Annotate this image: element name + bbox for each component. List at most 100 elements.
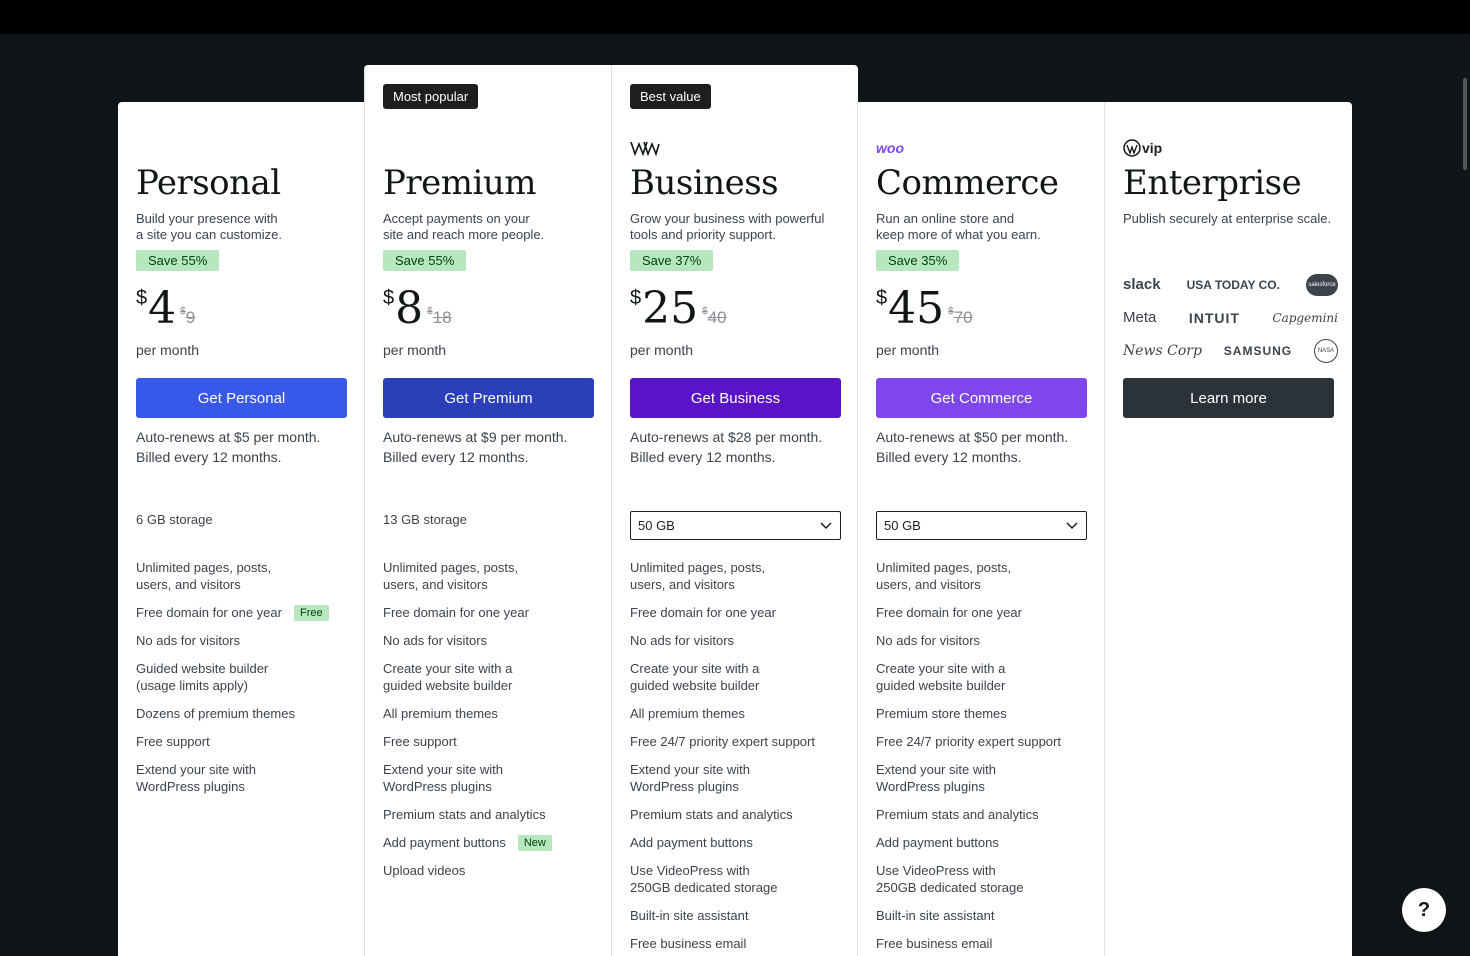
billing-period: per month <box>876 342 940 358</box>
plan-title: Personal <box>136 163 281 203</box>
feature-item: Extend your site with WordPress plugins <box>383 762 503 794</box>
free-tag: Free <box>293 604 329 621</box>
samsung-logo: SAMSUNG <box>1223 343 1293 358</box>
feature-item: No ads for visitors <box>136 633 241 648</box>
renew-info: Auto-renews at $28 per month. Billed ever… <box>630 429 823 465</box>
feature-item: Premium store themes <box>876 706 1007 721</box>
chevron-down-icon <box>820 521 832 529</box>
feature-item: Use VideoPress with 250GB dedicated stora… <box>876 863 1024 895</box>
slack-logo: slack <box>1123 276 1161 293</box>
original-price: $40 <box>702 306 727 327</box>
billing-period: per month <box>136 342 200 358</box>
renew-info: Auto-renews at $5 per month. Billed every… <box>136 429 321 465</box>
most-popular-badge: Most popular <box>383 84 479 109</box>
plan-card-premium: Most popular Premium Accept payments on … <box>364 65 611 956</box>
save-badge: Save 35% <box>876 250 960 271</box>
feature-item: Extend your site with WordPress plugins <box>876 762 996 794</box>
feature-item: Free domain for one year <box>630 605 776 620</box>
feature-item: Free domain for one year <box>876 605 1022 620</box>
get-commerce-button[interactable]: Get Commerce <box>876 378 1087 418</box>
feature-item: Guided website builder (usage limits appl… <box>136 661 269 693</box>
renew-info: Auto-renews at $50 per month. Billed ever… <box>876 429 1069 465</box>
plan-title: Enterprise <box>1123 163 1302 203</box>
storage-dropdown[interactable]: 50 GB <box>630 511 841 540</box>
plan-description: Accept payments on your site and reach mo… <box>383 211 545 242</box>
nasa-logo: NASA <box>1313 338 1338 363</box>
feature-item: Unlimited pages, posts, users, and visito… <box>136 560 272 592</box>
plan-price: $25 $40 <box>630 283 727 334</box>
plan-card-business: Best value Business Grow your business w… <box>611 65 858 956</box>
feature-item: Built-in site assistant <box>630 908 749 923</box>
feature-item: Dozens of premium themes <box>136 706 295 721</box>
get-personal-button[interactable]: Get Personal <box>136 378 347 418</box>
plan-title: Business <box>630 163 779 203</box>
woo-logo: woo <box>876 140 904 156</box>
meta-logo: Meta <box>1123 309 1157 326</box>
feature-item: Free 24/7 priority expert support <box>630 734 815 749</box>
feature-item: Built-in site assistant <box>876 908 995 923</box>
feature-item: All premium themes <box>383 706 498 721</box>
chevron-down-icon <box>1066 521 1078 529</box>
plan-price: $45 $70 <box>876 283 973 334</box>
scrollbar[interactable] <box>1463 78 1467 170</box>
feature-item: Free support <box>383 734 457 749</box>
news-corp-logo: News Corp <box>1123 342 1202 359</box>
learn-more-button[interactable]: Learn more <box>1123 378 1334 418</box>
get-business-button[interactable]: Get Business <box>630 378 841 418</box>
feature-item: Unlimited pages, posts, users, and visito… <box>630 560 766 592</box>
save-badge: Save 55% <box>383 250 467 271</box>
feature-item: Extend your site with WordPress plugins <box>630 762 750 794</box>
original-price: $9 <box>180 306 196 327</box>
feature-item: Extend your site with WordPress plugins <box>136 762 256 794</box>
feature-item: No ads for visitors <box>383 633 488 648</box>
feature-item: Unlimited pages, posts, users, and visito… <box>876 560 1012 592</box>
feature-item: Upload videos <box>383 863 466 878</box>
plan-title: Commerce <box>876 163 1059 203</box>
salesforce-logo: salesforce <box>1306 273 1338 296</box>
wordpress-icon <box>1123 139 1141 157</box>
feature-item: Create your site with a guided website bu… <box>876 661 1006 693</box>
get-premium-button[interactable]: Get Premium <box>383 378 594 418</box>
original-price: $18 <box>427 306 452 327</box>
feature-item: Add payment buttons New <box>383 834 603 851</box>
feature-item: Premium stats and analytics <box>876 807 1039 822</box>
feature-item: Premium stats and analytics <box>383 807 546 822</box>
feature-item: Free domain for one year Free <box>136 604 356 621</box>
feature-list: Unlimited pages, posts, users, and visito… <box>383 559 603 890</box>
feature-list: Unlimited pages, posts, users, and visito… <box>630 559 850 956</box>
plan-description: Publish securely at enterprise scale. <box>1123 211 1332 226</box>
wpvip-logo: vip <box>1123 138 1162 158</box>
feature-item: Unlimited pages, posts, users, and visito… <box>383 560 519 592</box>
plan-price: $8 $18 <box>383 283 452 334</box>
plan-card-commerce: woo Commerce Run an online store and keep… <box>857 102 1104 956</box>
feature-list: Unlimited pages, posts, users, and visito… <box>876 559 1096 956</box>
plan-card-personal: Personal Build your presence with a site … <box>118 102 365 956</box>
usa-today-logo: USA TODAY CO. <box>1186 277 1280 292</box>
feature-list: Unlimited pages, posts, users, and visito… <box>136 559 356 806</box>
plan-price: $4 $9 <box>136 283 196 334</box>
plan-description: Build your presence with a site you can c… <box>136 211 282 242</box>
feature-item: Free business email <box>630 936 747 951</box>
storage-dropdown[interactable]: 50 GB <box>876 511 1087 540</box>
feature-item: Create your site with a guided website bu… <box>383 661 513 693</box>
client-logos: slack USA TODAY CO. salesforce Meta INTU… <box>1123 268 1338 367</box>
intuit-logo: INTUIT <box>1188 309 1240 326</box>
wp-logo-icon <box>630 138 660 158</box>
billing-period: per month <box>630 342 694 358</box>
feature-item: Use VideoPress with 250GB dedicated stora… <box>630 863 778 895</box>
storage-label: 13 GB storage <box>383 512 467 527</box>
storage-label: 6 GB storage <box>136 512 213 527</box>
save-badge: Save 37% <box>630 250 714 271</box>
billing-period: per month <box>383 342 447 358</box>
help-button[interactable]: ? <box>1402 888 1446 932</box>
feature-item: Free support <box>136 734 210 749</box>
feature-item: Free domain for one year <box>383 605 529 620</box>
save-badge: Save 55% <box>136 250 220 271</box>
feature-item: Add payment buttons <box>876 835 999 850</box>
feature-item: All premium themes <box>630 706 745 721</box>
capgemini-logo: Capgemini <box>1272 310 1338 325</box>
feature-item: Free 24/7 priority expert support <box>876 734 1061 749</box>
feature-item: Free business email <box>876 936 993 951</box>
plan-card-enterprise: vip Enterprise Publish securely at enter… <box>1104 102 1352 956</box>
original-price: $70 <box>948 306 973 327</box>
